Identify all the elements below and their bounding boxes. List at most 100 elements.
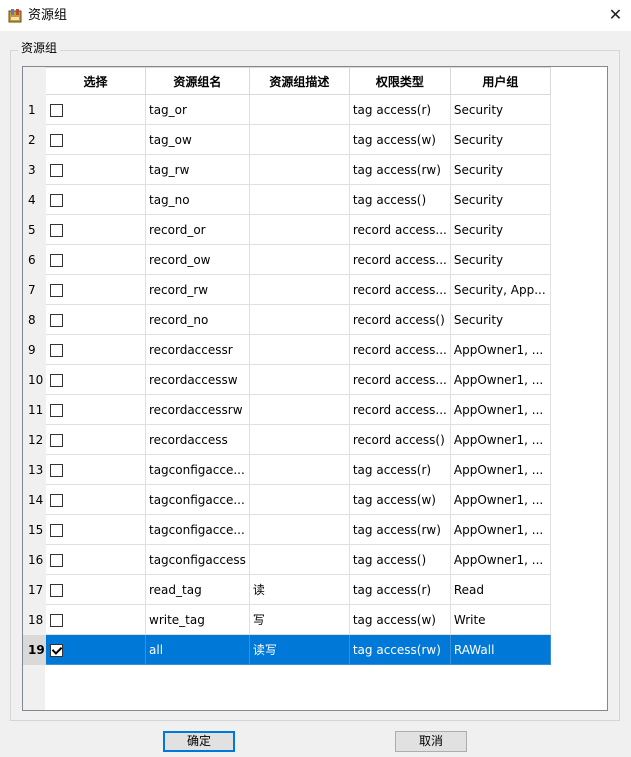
row-number[interactable]: 13	[23, 454, 46, 485]
user-group-cell[interactable]: AppOwner1, ...	[449, 394, 551, 425]
permission-type-cell[interactable]: tag access(r)	[348, 454, 451, 485]
group-name-cell[interactable]: recordaccess	[145, 424, 250, 455]
group-desc-cell[interactable]	[248, 364, 350, 395]
user-group-cell[interactable]: Security	[449, 244, 551, 275]
group-name-cell[interactable]: record_no	[145, 304, 250, 335]
group-desc-cell[interactable]	[248, 94, 350, 125]
permission-type-cell[interactable]: record access...	[348, 334, 451, 365]
ok-button[interactable]: 确定	[163, 731, 235, 752]
row-number[interactable]: 11	[23, 394, 46, 425]
group-name-cell[interactable]: write_tag	[145, 604, 250, 635]
group-name-cell[interactable]: tagconfigacce...	[145, 514, 250, 545]
permission-type-cell[interactable]: tag access(rw)	[348, 634, 451, 665]
column-header-perm[interactable]: 权限类型	[348, 67, 451, 95]
table-row[interactable]: 15 tagconfigacce... tag access(rw) AppOwner…	[23, 514, 551, 545]
user-group-cell[interactable]: AppOwner1, ...	[449, 544, 551, 575]
select-checkbox[interactable]	[50, 433, 63, 447]
group-name-cell[interactable]: record_ow	[145, 244, 250, 275]
group-name-cell[interactable]: all	[145, 634, 250, 665]
group-desc-cell[interactable]: 读	[248, 574, 350, 605]
select-checkbox[interactable]	[50, 553, 63, 567]
group-desc-cell[interactable]	[248, 124, 350, 155]
user-group-cell[interactable]: Security	[449, 214, 551, 245]
table-row[interactable]: 14 tagconfigacce... tag access(w) AppOwner1…	[23, 484, 551, 515]
row-number[interactable]: 10	[23, 364, 46, 395]
row-number[interactable]: 16	[23, 544, 46, 575]
group-name-cell[interactable]: recordaccessw	[145, 364, 250, 395]
select-checkbox[interactable]	[50, 583, 63, 597]
select-checkbox[interactable]	[50, 313, 63, 327]
table-row[interactable]: 18 write_tag 写 tag access(w) Write	[23, 604, 551, 635]
table-row[interactable]: 9 recordaccessr record access... AppOwner1,…	[23, 334, 551, 365]
permission-type-cell[interactable]: tag access()	[348, 544, 451, 575]
group-desc-cell[interactable]	[248, 214, 350, 245]
select-checkbox[interactable]	[50, 463, 63, 477]
row-number[interactable]: 12	[23, 424, 46, 455]
group-desc-cell[interactable]	[248, 484, 350, 515]
row-number[interactable]: 7	[23, 274, 46, 305]
user-group-cell[interactable]: Security	[449, 304, 551, 335]
group-desc-cell[interactable]	[248, 154, 350, 185]
group-desc-cell[interactable]	[248, 244, 350, 275]
row-number[interactable]: 1	[23, 94, 46, 125]
row-number[interactable]: 8	[23, 304, 46, 335]
group-desc-cell[interactable]: 读写	[248, 634, 350, 665]
user-group-cell[interactable]: AppOwner1, ...	[449, 454, 551, 485]
group-desc-cell[interactable]	[248, 304, 350, 335]
group-name-cell[interactable]: record_or	[145, 214, 250, 245]
column-header-usergroup[interactable]: 用户组	[449, 67, 551, 95]
permission-type-cell[interactable]: tag access(rw)	[348, 514, 451, 545]
group-name-cell[interactable]: tagconfigaccess	[145, 544, 250, 575]
group-desc-cell[interactable]	[248, 454, 350, 485]
row-number[interactable]: 17	[23, 574, 46, 605]
row-number[interactable]: 18	[23, 604, 46, 635]
select-checkbox[interactable]	[50, 523, 63, 537]
permission-type-cell[interactable]: tag access(rw)	[348, 154, 451, 185]
table-row[interactable]: 2 tag_ow tag access(w) Security	[23, 124, 551, 155]
close-button[interactable]: ✕	[600, 0, 631, 31]
group-desc-cell[interactable]	[248, 334, 350, 365]
group-desc-cell[interactable]: 写	[248, 604, 350, 635]
permission-type-cell[interactable]: tag access(w)	[348, 484, 451, 515]
row-number[interactable]: 5	[23, 214, 46, 245]
row-number[interactable]: 15	[23, 514, 46, 545]
select-checkbox[interactable]	[50, 613, 63, 627]
permission-type-cell[interactable]: record access...	[348, 244, 451, 275]
cancel-button[interactable]: 取消	[395, 731, 467, 752]
group-desc-cell[interactable]	[248, 394, 350, 425]
select-checkbox[interactable]	[50, 493, 63, 507]
permission-type-cell[interactable]: record access()	[348, 304, 451, 335]
row-number[interactable]: 4	[23, 184, 46, 215]
group-name-cell[interactable]: tag_no	[145, 184, 250, 215]
select-checkbox[interactable]	[50, 643, 63, 657]
group-name-cell[interactable]: read_tag	[145, 574, 250, 605]
user-group-cell[interactable]: Read	[449, 574, 551, 605]
select-checkbox[interactable]	[50, 343, 63, 357]
row-number[interactable]: 3	[23, 154, 46, 185]
select-checkbox[interactable]	[50, 283, 63, 297]
group-name-cell[interactable]: record_rw	[145, 274, 250, 305]
permission-type-cell[interactable]: tag access(w)	[348, 604, 451, 635]
user-group-cell[interactable]: Security, App...	[449, 274, 551, 305]
user-group-cell[interactable]: AppOwner1, ...	[449, 424, 551, 455]
select-checkbox[interactable]	[50, 133, 63, 147]
permission-type-cell[interactable]: record access...	[348, 364, 451, 395]
table-row[interactable]: 17 read_tag 读 tag access(r) Read	[23, 574, 551, 605]
row-number[interactable]: 6	[23, 244, 46, 275]
select-checkbox[interactable]	[50, 253, 63, 267]
group-name-cell[interactable]: tagconfigacce...	[145, 454, 250, 485]
table-row[interactable]: 4 tag_no tag access() Security	[23, 184, 551, 215]
permission-type-cell[interactable]: tag access(r)	[348, 94, 451, 125]
permission-type-cell[interactable]: tag access()	[348, 184, 451, 215]
table-row[interactable]: 16 tagconfigaccess tag access() AppOwner1, …	[23, 544, 551, 575]
column-header-select[interactable]: 选择	[45, 67, 146, 95]
user-group-cell[interactable]: Security	[449, 124, 551, 155]
row-number[interactable]: 19	[23, 634, 46, 665]
row-number[interactable]: 2	[23, 124, 46, 155]
group-name-cell[interactable]: tag_or	[145, 94, 250, 125]
user-group-cell[interactable]: AppOwner1, ...	[449, 334, 551, 365]
table-row[interactable]: 6 record_ow record access... Security	[23, 244, 551, 275]
group-name-cell[interactable]: recordaccessr	[145, 334, 250, 365]
table-row[interactable]: 3 tag_rw tag access(rw) Security	[23, 154, 551, 185]
select-checkbox[interactable]	[50, 163, 63, 177]
